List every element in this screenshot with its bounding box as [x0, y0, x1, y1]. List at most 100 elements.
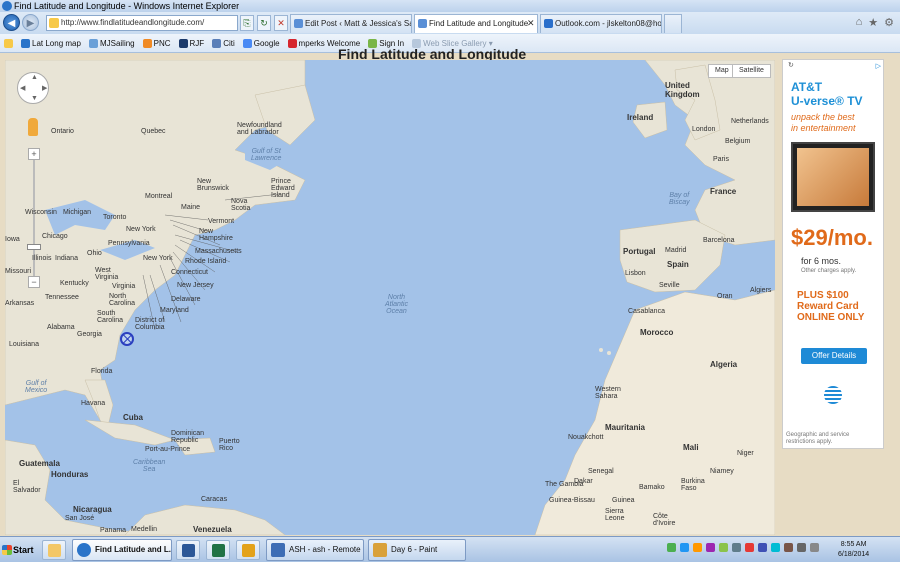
ad-choices-icon[interactable]: ▷ [876, 62, 881, 70]
map-label: The Gambia [545, 481, 584, 488]
favorites-star-icon[interactable] [4, 38, 13, 48]
map-label: Caracas [201, 496, 228, 503]
map-label: Georgia [77, 331, 102, 338]
pan-down-icon[interactable]: ▼ [31, 95, 38, 102]
pan-up-icon[interactable]: ▲ [31, 74, 38, 81]
tab-label: Edit Post ‹ Matt & Jessica's Saili... [305, 19, 411, 28]
gear-icon[interactable]: ⚙ [884, 16, 894, 29]
map-label: Chicago [42, 233, 68, 240]
address-bar[interactable]: http://www.findlatitudeandlongitude.com/ [46, 15, 238, 31]
favorite-icon [178, 38, 188, 48]
pan-right-icon[interactable]: ▶ [42, 84, 47, 92]
map-label: Guinea [612, 497, 635, 504]
map-label: Louisiana [9, 341, 39, 348]
map-type-satellite-button[interactable]: Satellite [732, 64, 771, 78]
favorite-mjsailing[interactable]: MJSailing [88, 38, 135, 48]
tray-icon[interactable] [680, 543, 689, 552]
zoom-slider-handle[interactable] [27, 244, 41, 250]
tray-icon[interactable] [706, 543, 715, 552]
map-label: Guinea-Bissau [549, 497, 595, 504]
window-titlebar: Find Latitude and Longitude - Windows In… [0, 0, 900, 12]
tray-icon[interactable] [771, 543, 780, 552]
tray-icon[interactable] [745, 543, 754, 552]
map-label: Cuba [123, 413, 143, 422]
map-pan-control[interactable]: ▲ ▼ ◀ ▶ [17, 72, 49, 104]
zoom-out-button[interactable]: − [28, 276, 40, 288]
map-label: Sierra Leone [605, 508, 625, 522]
tab-outlook[interactable]: Outlook.com - jlskelton08@hot... [540, 14, 662, 33]
pan-left-icon[interactable]: ◀ [20, 84, 25, 92]
outlook-taskbar-icon[interactable] [236, 540, 260, 560]
tray-icon[interactable] [667, 543, 676, 552]
taskbar-remote-desktop-window[interactable]: ASH - ash - Remote D... [266, 539, 364, 561]
explorer-taskbar-icon[interactable] [42, 540, 66, 560]
tray-icon[interactable] [693, 543, 702, 552]
new-tab-button[interactable] [664, 14, 682, 33]
tab-find-latitude[interactable]: Find Latitude and Longitude [414, 14, 538, 33]
volume-icon[interactable] [810, 543, 819, 552]
map-label: New Jersey [177, 282, 214, 289]
map-label: Kentucky [60, 280, 89, 287]
map-label: District of Columbia [135, 317, 165, 331]
taskbar-ie-window[interactable]: Find Latitude and L... [72, 539, 172, 561]
map-label: Lisbon [625, 270, 646, 277]
map-label: North Atlantic Ocean [385, 294, 408, 315]
favorite-google[interactable]: Google [242, 38, 280, 48]
refresh-icon[interactable]: ↻ [257, 15, 271, 31]
map-label: Maine [181, 204, 201, 211]
map-label: France [710, 187, 737, 196]
map-label: Arkansas [5, 300, 35, 307]
map-canvas[interactable]: ▲ ▼ ◀ ▶ + − Map Satellite United Kingdom… [5, 60, 775, 535]
close-tab-icon[interactable]: ✕ [527, 18, 535, 29]
ad-reward: PLUS $100 Reward Card ONLINE ONLY [797, 290, 865, 323]
favorite-pnc[interactable]: PNC [142, 38, 171, 48]
map-label: Casablanca [628, 308, 665, 315]
ad-refresh-icon[interactable]: ↻ [788, 61, 794, 69]
taskbar-clock[interactable]: 8:55 AM 6/18/2014 [838, 540, 869, 560]
map-label: Maryland [160, 307, 189, 314]
favorite-icon [142, 38, 152, 48]
browser-tools: ⌂ ★ ⚙ [856, 16, 894, 29]
back-button[interactable]: ◀ [3, 14, 20, 31]
ad-brand: AT&T U-verse® TV [791, 80, 863, 108]
tray-icon[interactable] [784, 543, 793, 552]
stop-icon[interactable]: ✕ [274, 15, 288, 31]
wordpress-icon [294, 19, 303, 28]
map-label: Connecticut [171, 269, 208, 276]
navigation-row: ◀ ▶ http://www.findlatitudeandlongitude.… [0, 12, 900, 34]
map-label: Western Sahara [595, 386, 621, 400]
map-label: Montreal [145, 193, 173, 200]
offer-details-button[interactable]: Offer Details [801, 348, 867, 364]
tray-icon[interactable] [758, 543, 767, 552]
favorite-lat-long-map[interactable]: Lat Long map [21, 38, 81, 48]
att-advertisement[interactable]: ↻ ▷ AT&T U-verse® TV unpack the best in … [782, 59, 884, 449]
start-button[interactable]: Start [0, 539, 36, 561]
forward-button[interactable]: ▶ [22, 14, 39, 31]
zoom-in-button[interactable]: + [28, 148, 40, 160]
map-label: Paris [713, 156, 729, 163]
compat-view-icon[interactable]: ⎘ [240, 15, 254, 31]
location-marker-icon[interactable] [120, 332, 134, 346]
network-icon[interactable] [797, 543, 806, 552]
tab-edit-post[interactable]: Edit Post ‹ Matt & Jessica's Saili... [290, 14, 412, 33]
word-taskbar-icon[interactable] [176, 540, 200, 560]
excel-taskbar-icon[interactable] [206, 540, 230, 560]
map-label: Florida [91, 368, 113, 375]
favorites-star-icon[interactable]: ★ [868, 16, 878, 29]
map-label: Algiers [750, 287, 772, 294]
favorite-icon [21, 38, 30, 48]
map-label: Vermont [208, 218, 235, 225]
favorite-citi[interactable]: Citi [212, 38, 235, 48]
ad-other-charges: Other charges apply. [801, 268, 857, 274]
map-label: Madrid [665, 247, 687, 254]
map-label: Wisconsin [25, 209, 57, 216]
tray-icon[interactable] [732, 543, 741, 552]
tray-icon[interactable] [719, 543, 728, 552]
home-icon[interactable]: ⌂ [856, 16, 863, 29]
street-view-pegman-icon[interactable] [28, 118, 38, 136]
taskbar-paint-window[interactable]: Day 6 - Paint [368, 539, 466, 561]
map-label: South Carolina [97, 310, 124, 324]
favorite-rjf[interactable]: RJF [178, 38, 204, 48]
outlook-icon [544, 19, 553, 28]
map-label: Morocco [640, 328, 674, 337]
